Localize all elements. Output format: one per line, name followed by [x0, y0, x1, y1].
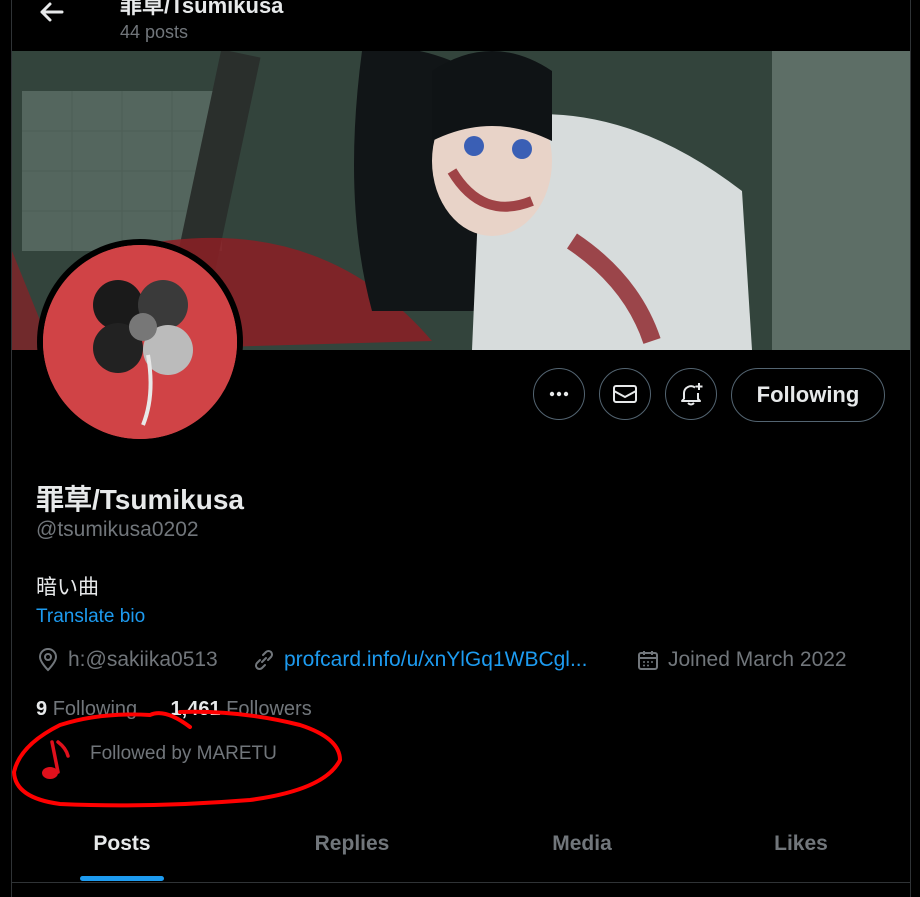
following-link[interactable]: 9 Following: [36, 698, 137, 720]
active-tab-indicator: [80, 876, 164, 881]
joined-text: Joined March 2022: [668, 648, 847, 671]
user-handle: @tsumikusa0202: [36, 518, 199, 541]
arrow-left-icon: [40, 2, 64, 22]
translate-bio-link[interactable]: Translate bio: [36, 606, 145, 628]
joined-item: Joined March 2022: [636, 648, 847, 672]
top-bar: 罪草/Tsumikusa 44 posts: [12, 0, 910, 50]
location-pin-icon: [38, 648, 58, 672]
profile-column: 罪草/Tsumikusa 44 posts Following 罪草/Tsumi…: [11, 0, 911, 897]
avatar[interactable]: [37, 239, 243, 445]
more-horizontal-icon: [549, 391, 569, 397]
followers-label: Followers: [226, 698, 312, 720]
message-button[interactable]: [599, 368, 651, 420]
mail-icon: [613, 385, 637, 403]
header-title: 罪草/Tsumikusa: [120, 0, 284, 18]
tab-replies[interactable]: Replies: [232, 806, 472, 882]
clover-icon: [43, 245, 237, 439]
tab-likes[interactable]: Likes: [692, 806, 910, 882]
follow-stats: 9 Following 1,461 Followers: [36, 698, 312, 721]
back-button[interactable]: [34, 0, 70, 24]
location-item: h:@sakiika0513: [36, 648, 218, 672]
display-name: 罪草/Tsumikusa: [36, 484, 244, 515]
followers-link[interactable]: 1,461 Followers: [171, 698, 312, 720]
notifications-button[interactable]: [665, 368, 717, 420]
following-label: Following: [52, 698, 138, 720]
location-text: h:@sakiika0513: [68, 648, 218, 671]
website-item: profcard.info/u/xnYlGq1WBCgl...: [252, 648, 587, 672]
calendar-icon: [638, 651, 658, 670]
post-count: 44 posts: [120, 22, 189, 42]
following-button[interactable]: Following: [731, 368, 885, 422]
following-count: 9: [36, 698, 48, 720]
profile-tabs: Posts Replies Media Likes: [12, 806, 910, 883]
tab-media[interactable]: Media: [472, 806, 692, 882]
more-button[interactable]: [533, 368, 585, 420]
bell-plus-icon: [681, 383, 703, 406]
link-icon: [254, 649, 274, 671]
website-link[interactable]: profcard.info/u/xnYlGq1WBCgl...: [284, 648, 587, 672]
avatar-image: [43, 245, 237, 439]
followed-by-text[interactable]: Followed by MARETU: [90, 743, 277, 765]
followers-count: 1,461: [170, 698, 221, 720]
tab-posts[interactable]: Posts: [12, 806, 232, 882]
bio-text: 暗い曲: [36, 576, 99, 599]
